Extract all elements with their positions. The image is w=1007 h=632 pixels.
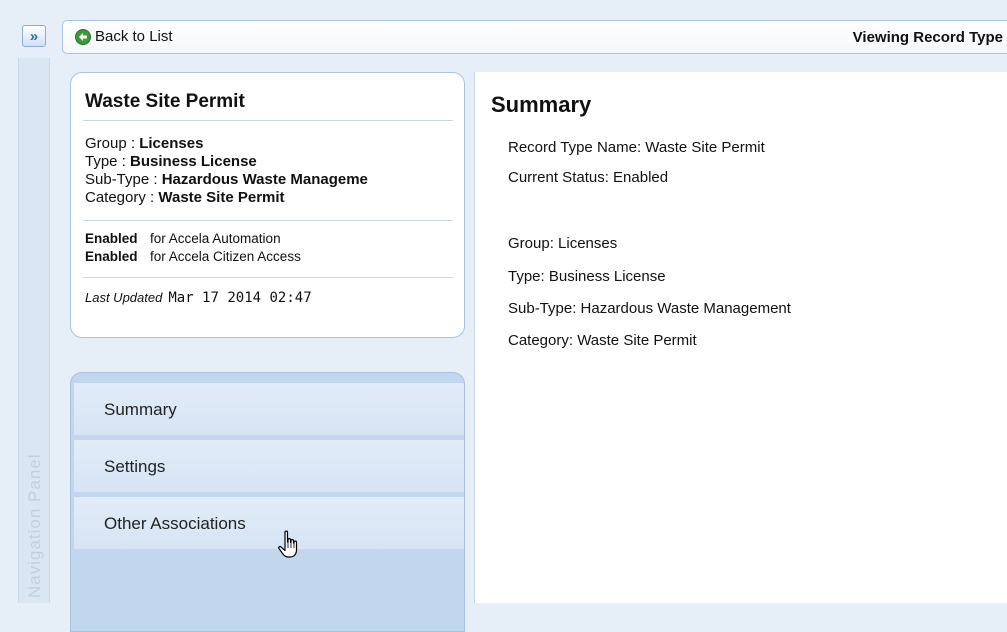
status-accela-automation: Enabled for Accela Automation xyxy=(85,231,281,246)
subtype-field: Sub-Type: Hazardous Waste Management xyxy=(508,300,791,317)
status-value: Enabled xyxy=(85,249,138,264)
group-field: Group: Licenses xyxy=(508,235,618,252)
divider xyxy=(83,220,453,221)
back-to-list-label: Back to List xyxy=(95,28,173,45)
type-value: Business License xyxy=(130,153,257,170)
hand-pointer-icon xyxy=(276,530,302,560)
divider xyxy=(83,277,453,278)
status-citizen-access: Enabled for Accela Citizen Access xyxy=(85,249,301,264)
back-arrow-icon xyxy=(75,28,91,45)
record-sidebar: Waste Site Permit Group : Licenses Type … xyxy=(62,60,472,632)
summary-panel: Summary Record Type Name: Waste Site Per… xyxy=(474,72,1007,603)
divider xyxy=(83,120,453,121)
menu-item-label: Summary xyxy=(104,400,177,419)
subtype-line: Sub-Type : Hazardous Waste Manageme xyxy=(85,171,368,188)
category-line: Category : Waste Site Permit xyxy=(85,189,285,206)
menu-item-summary[interactable]: Summary xyxy=(74,383,464,437)
category-label: Category : xyxy=(85,189,159,206)
top-toolbar: Back to List Viewing Record Type xyxy=(62,20,1007,54)
status-value: Enabled xyxy=(85,231,138,246)
back-to-list-link[interactable]: Back to List xyxy=(75,28,173,45)
status-text: for Accela Automation xyxy=(150,231,281,246)
menu-item-other-associations[interactable]: Other Associations xyxy=(74,497,464,551)
navigation-panel-label: Navigation Panel xyxy=(25,453,44,598)
record-type-name-field: Record Type Name: Waste Site Permit xyxy=(508,139,765,156)
menu-item-settings[interactable]: Settings xyxy=(74,440,464,494)
status-text: for Accela Citizen Access xyxy=(150,249,301,264)
current-status-field: Current Status: Enabled xyxy=(508,169,669,186)
subtype-label: Sub-Type : xyxy=(85,171,162,188)
group-label: Group : xyxy=(85,135,140,152)
last-updated-label: Last Updated xyxy=(85,290,163,305)
type-line: Type : Business License xyxy=(85,153,257,170)
summary-heading: Summary xyxy=(491,92,592,117)
record-title: Waste Site Permit xyxy=(85,91,245,112)
expand-navigation-button[interactable]: » xyxy=(22,25,46,47)
category-field: Category: Waste Site Permit xyxy=(508,332,697,349)
category-value: Waste Site Permit xyxy=(158,189,285,206)
section-menu: Summary Settings Other Associations xyxy=(70,372,465,632)
subtype-value: Hazardous Waste Manageme xyxy=(161,171,368,188)
record-info-card: Waste Site Permit Group : Licenses Type … xyxy=(70,72,465,338)
group-value: Licenses xyxy=(139,135,204,152)
type-field: Type: Business License xyxy=(508,268,666,285)
view-title: Viewing Record Type xyxy=(852,29,1003,46)
type-label: Type : xyxy=(85,153,131,170)
last-updated-value: Mar 17 2014 02:47 xyxy=(168,290,312,306)
last-updated: Last Updated Mar 17 2014 02:47 xyxy=(85,289,312,306)
menu-item-label: Other Associations xyxy=(104,514,246,533)
navigation-strip: » Navigation Panel xyxy=(0,0,58,603)
group-line: Group : Licenses xyxy=(85,135,203,152)
menu-item-label: Settings xyxy=(104,457,166,476)
